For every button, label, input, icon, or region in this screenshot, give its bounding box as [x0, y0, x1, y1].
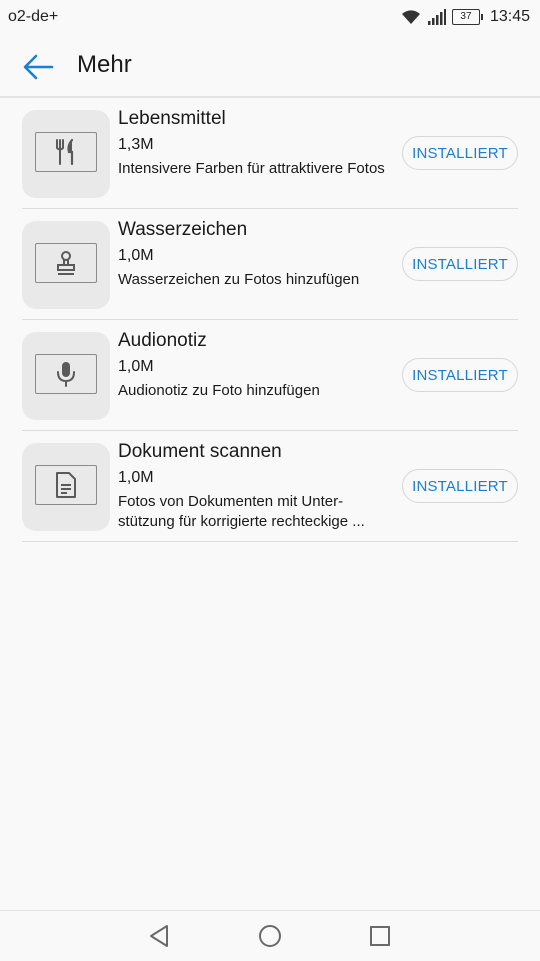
navigation-bar	[0, 910, 540, 961]
stamp-icon	[57, 251, 75, 275]
list-item[interactable]: Dokument scannen 1,0M Fotos von Dokument…	[22, 431, 518, 542]
installed-button[interactable]: INSTALLIERT	[402, 136, 518, 170]
item-description: Wasserzeichen zu Fotos hinzufügen	[118, 271, 360, 288]
signal-icon	[427, 9, 446, 25]
item-thumbnail	[22, 443, 110, 531]
item-thumbnail	[22, 110, 110, 198]
list-item[interactable]: Wasserzeichen 1,0M Wasserzeichen zu Foto…	[22, 209, 518, 320]
plugin-list: Lebensmittel 1,3M Intensivere Farben für…	[22, 98, 518, 542]
wifi-icon	[401, 10, 420, 24]
item-name: Audionotiz	[118, 330, 207, 351]
page-title: Mehr	[77, 51, 132, 78]
item-size: 1,3M	[118, 136, 154, 153]
list-item[interactable]: Lebensmittel 1,3M Intensivere Farben für…	[22, 98, 518, 209]
item-thumbnail	[22, 221, 110, 309]
document-icon	[56, 472, 76, 498]
item-size: 1,0M	[118, 247, 154, 264]
installed-button[interactable]: INSTALLIERT	[402, 358, 518, 392]
item-size: 1,0M	[118, 469, 154, 486]
nav-back-icon	[150, 925, 168, 947]
installed-button[interactable]: INSTALLIERT	[402, 247, 518, 281]
status-bar: o2-de+ 37 13:45	[0, 0, 540, 34]
nav-home-icon	[259, 925, 281, 947]
status-icons: 37 13:45	[400, 6, 530, 28]
microphone-icon	[57, 362, 75, 387]
nav-recents-icon	[370, 926, 390, 946]
app-header: Mehr	[0, 34, 540, 98]
list-item[interactable]: Audionotiz 1,0M Audionotiz zu Foto hinzu…	[22, 320, 518, 431]
back-button[interactable]	[20, 50, 56, 84]
fork-knife-icon	[56, 138, 74, 166]
item-description: Audionotiz zu Foto hinzufügen	[118, 382, 320, 399]
item-thumbnail	[22, 332, 110, 420]
nav-recents-button[interactable]	[367, 923, 393, 949]
item-size: 1,0M	[118, 358, 154, 375]
battery-icon: 37	[451, 9, 483, 25]
back-arrow-icon	[23, 54, 54, 80]
nav-home-button[interactable]	[257, 923, 283, 949]
item-name: Dokument scannen	[118, 441, 282, 462]
clock: 13:45	[489, 8, 530, 25]
nav-back-button[interactable]	[147, 923, 173, 949]
installed-button[interactable]: INSTALLIERT	[402, 469, 518, 503]
item-name: Wasserzeichen	[118, 219, 248, 240]
item-description: Fotos von Dokumenten mit Unter-stützung …	[118, 493, 365, 530]
carrier-label: o2-de+	[8, 8, 59, 25]
item-description: Intensivere Farben für attraktivere Foto…	[118, 160, 385, 177]
item-name: Lebensmittel	[118, 108, 226, 129]
